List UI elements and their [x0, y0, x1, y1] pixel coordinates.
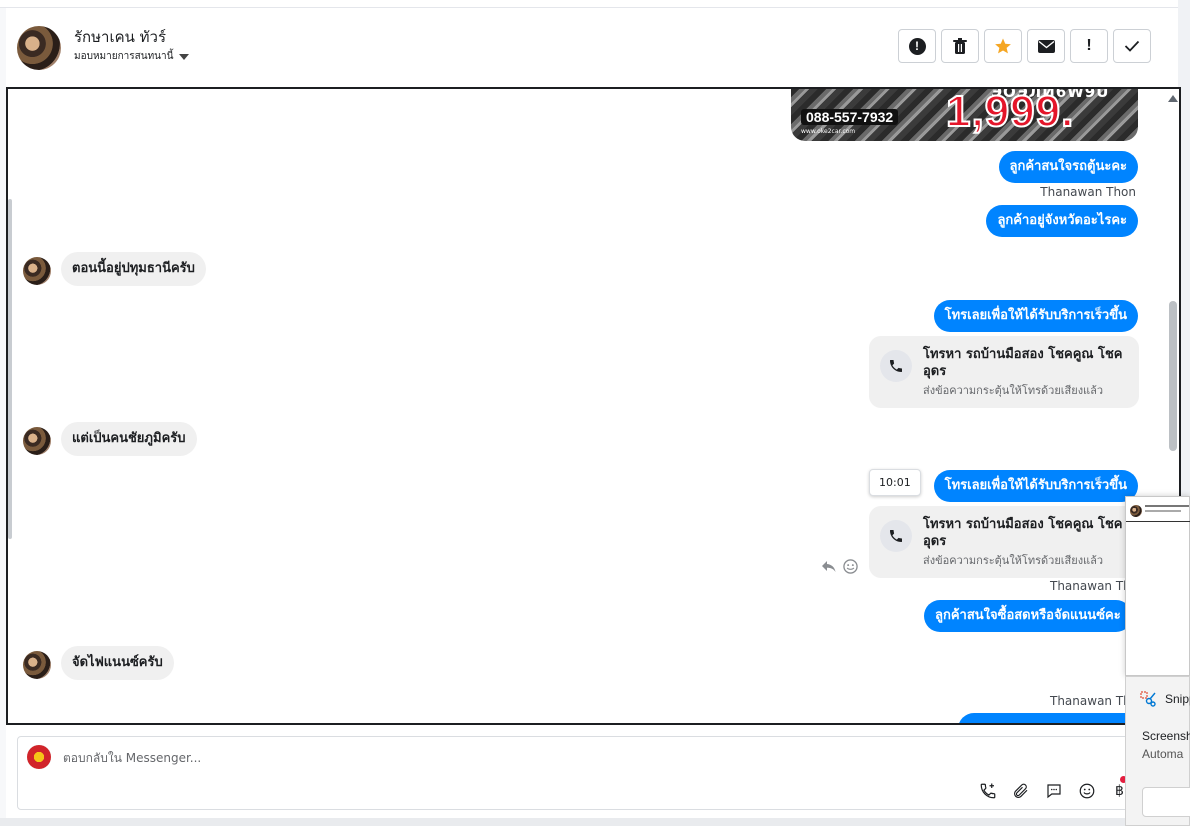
add-call-icon[interactable]	[978, 781, 997, 800]
preview-name-line	[1145, 505, 1189, 507]
star-button[interactable]	[984, 29, 1022, 63]
snipping-tool-label: Snipp	[1165, 692, 1190, 706]
paperclip-icon[interactable]	[1011, 781, 1030, 800]
call-request-card[interactable]: โทรหา รถบ้านมือสอง โชคคูณ โชคอุดร ส่งข้อ…	[869, 506, 1139, 578]
banner-site: www.oke2car.com	[801, 128, 856, 135]
conversation-actions: ! !	[898, 29, 1151, 63]
bottom-edge	[0, 818, 1190, 826]
notification-title: Screensh	[1142, 729, 1190, 743]
react-emoji-icon[interactable]	[843, 559, 858, 574]
incoming-message[interactable]: ตอนนี้อยู่ปทุมธานีครับ	[61, 252, 206, 286]
composer-toolbar: ฿	[978, 781, 1129, 800]
reply-input[interactable]: ตอบกลับใน Messenger...	[63, 749, 201, 768]
star-icon	[995, 38, 1011, 54]
alert-circle-icon: !	[908, 37, 926, 55]
call-card-subtitle: ส่งข้อความกระตุ้นให้โทรด้วยเสียงแล้ว	[923, 384, 1104, 397]
delete-button[interactable]	[941, 29, 979, 63]
report-button[interactable]: !	[898, 29, 936, 63]
preview-sub-line	[1145, 510, 1181, 512]
call-card-title: โทรหา รถบ้านมือสอง โชคคูณ โชคอุดร	[923, 517, 1123, 549]
exclamation-icon: !	[1086, 37, 1092, 54]
reply-composer[interactable]: ตอบกลับใน Messenger... ฿	[17, 736, 1137, 810]
preview-avatar	[1130, 505, 1142, 517]
outgoing-message[interactable]: ลูกค้าสนใจรถตู้นะคะ	[998, 151, 1138, 183]
call-request-card[interactable]: โทรหา รถบ้านมือสอง โชคคูณ โชคอุดร ส่งข้อ…	[869, 336, 1139, 408]
contact-avatar[interactable]	[17, 26, 61, 70]
incoming-message[interactable]: จัดไฟแนนซ์ครับ	[61, 646, 174, 680]
scroll-up-arrow-icon[interactable]	[1168, 95, 1178, 102]
thread-left-scroll-indicator	[8, 199, 12, 539]
messenger-inbox-window: รักษาเคน ทัวร์ มอบหมายการสนทนานี้ ! ! ЭО…	[0, 0, 1190, 826]
assign-label: มอบหมายการสนทนานี้	[74, 51, 174, 62]
outgoing-message[interactable]: ลูกค้าสนใจซื้อสดหรือจัดแนนซ์คะ	[924, 600, 1132, 632]
phone-icon	[880, 350, 912, 382]
spam-button[interactable]: !	[1070, 29, 1108, 63]
sender-name: Thanawan Thon	[1040, 185, 1136, 199]
contact-avatar-small[interactable]	[23, 257, 51, 285]
incoming-message[interactable]: แต่เป็นคนชัยภูมิครับ	[61, 422, 197, 456]
screenshot-preview[interactable]	[1125, 496, 1190, 676]
notification-action-button[interactable]	[1142, 787, 1190, 817]
banner-price: 1,999.	[945, 89, 1075, 137]
top-edge	[0, 0, 1178, 8]
outgoing-message[interactable]: โทรเลยเพื่อให้ได้รับบริการเร็วขึ้น	[933, 300, 1138, 332]
call-card-title: โทรหา รถบ้านมือสอง โชคคูณ โชคอุดร	[923, 347, 1123, 379]
promo-image-message[interactable]: ЭОЭЛЙ6W9Ü 088-557-7932 www.oke2car.com 1…	[791, 89, 1138, 141]
reply-icon[interactable]	[821, 558, 837, 574]
envelope-icon	[1037, 39, 1055, 53]
done-button[interactable]	[1113, 29, 1151, 63]
trash-icon	[953, 37, 967, 54]
assign-conversation-dropdown[interactable]: มอบหมายการสนทนานี้	[74, 49, 190, 64]
banner-phone: 088-557-7932	[801, 109, 899, 125]
check-icon	[1124, 40, 1140, 52]
thread-scrollbar-thumb[interactable]	[1169, 301, 1177, 451]
timestamp-tooltip: 10:01	[869, 469, 921, 496]
phone-icon	[880, 520, 912, 552]
emoji-icon[interactable]	[1077, 781, 1096, 800]
saved-reply-icon[interactable]	[1044, 781, 1063, 800]
preview-divider	[1126, 521, 1190, 522]
outgoing-message[interactable]: ลูกค้าอยู่จังหวัดอะไรคะ	[986, 205, 1138, 237]
notification-body: Automa	[1142, 747, 1184, 761]
contact-avatar-small[interactable]	[23, 651, 51, 679]
mark-unread-button[interactable]	[1027, 29, 1065, 63]
caret-down-icon	[179, 53, 190, 60]
call-card-subtitle: ส่งข้อความกระตุ้นให้โทรด้วยเสียงแล้ว	[923, 554, 1104, 567]
snipping-tool-notification[interactable]: Snipp Screensh Automa	[1125, 676, 1190, 826]
snipping-tool-icon	[1140, 691, 1156, 707]
contact-avatar-small[interactable]	[23, 427, 51, 455]
outgoing-message[interactable]: โทรเลยเพื่อให้ได้รับบริการเร็วขึ้น	[933, 470, 1138, 502]
page-avatar	[27, 745, 51, 769]
outgoing-message-partial[interactable]	[958, 713, 1148, 723]
message-thread[interactable]: ЭОЭЛЙ6W9Ü 088-557-7932 www.oke2car.com 1…	[6, 87, 1181, 725]
contact-name: รักษาเคน ทัวร์	[74, 28, 166, 46]
